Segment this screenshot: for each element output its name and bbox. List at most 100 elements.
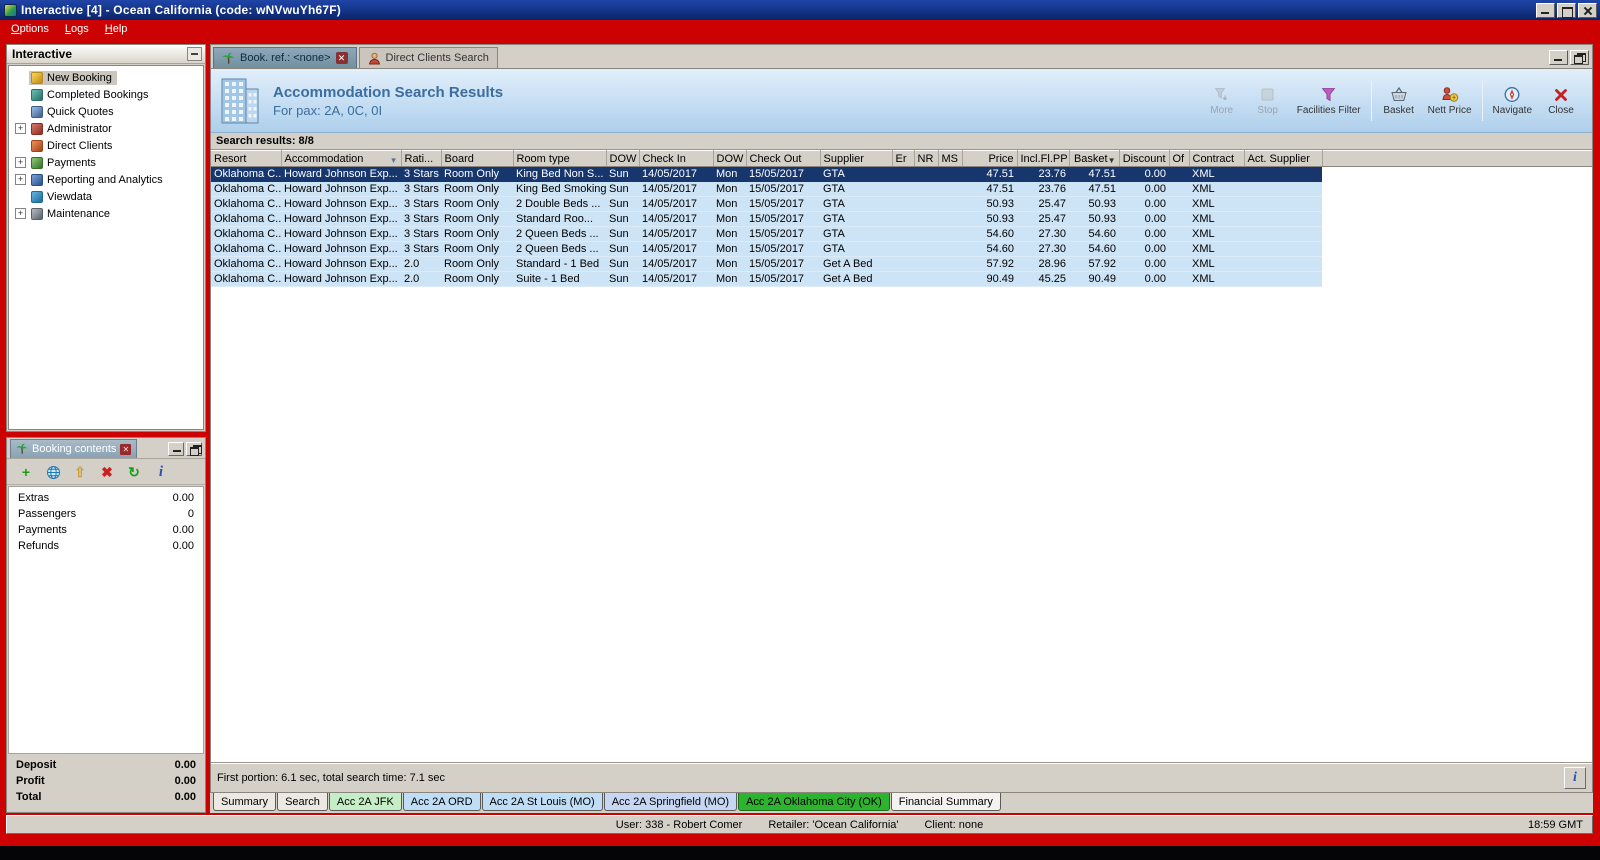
column-header-rati[interactable]: Rati... bbox=[401, 150, 442, 167]
column-header-act-supplier[interactable]: Act. Supplier bbox=[1244, 150, 1323, 167]
column-header-er[interactable]: Er bbox=[892, 150, 915, 167]
sidebar-item-payments[interactable]: + Payments bbox=[9, 154, 203, 171]
booking-item-extras[interactable]: Extras 0.00 bbox=[9, 492, 203, 508]
column-header-of[interactable]: Of bbox=[1169, 150, 1190, 167]
bottom-tab-summary[interactable]: Summary bbox=[213, 793, 277, 811]
result-row[interactable]: Oklahoma C... Howard Johnson Exp... 3 Star… bbox=[211, 241, 1592, 257]
tab-book-ref-none[interactable]: Book. ref.: <none> ✕ bbox=[213, 47, 357, 68]
result-row[interactable]: Oklahoma C... Howard Johnson Exp... 3 Star… bbox=[211, 211, 1592, 227]
cell-dow: Mon bbox=[713, 181, 746, 197]
cell-nr bbox=[914, 211, 938, 227]
cell-rati: 3 Stars bbox=[401, 181, 441, 197]
column-header-check-out[interactable]: Check Out bbox=[746, 150, 821, 167]
sidebar-item-quick-quotes[interactable]: Quick Quotes bbox=[9, 103, 203, 120]
booking-item-passengers[interactable]: Passengers 0 bbox=[9, 508, 203, 524]
view-restore-button[interactable] bbox=[1570, 50, 1589, 65]
column-header-contract[interactable]: Contract bbox=[1189, 150, 1245, 167]
panel-minimize-button[interactable] bbox=[168, 442, 184, 456]
column-header-dow[interactable]: DOW bbox=[606, 150, 640, 167]
payments-icon bbox=[31, 156, 43, 169]
result-row[interactable]: Oklahoma C... Howard Johnson Exp... 3 Star… bbox=[211, 196, 1592, 212]
expand-icon[interactable]: + bbox=[15, 174, 26, 185]
sidebar-item-viewdata[interactable]: Viewdata bbox=[9, 188, 203, 205]
bottom-tab-acc-2a-st-louis-mo[interactable]: Acc 2A St Louis (MO) bbox=[481, 793, 603, 811]
cell-room-type: 2 Queen Beds ... bbox=[513, 241, 606, 257]
sidebar-item-completed-bookings[interactable]: Completed Bookings bbox=[9, 86, 203, 103]
menu-item-help[interactable]: Help bbox=[97, 21, 136, 38]
cell-basket: 47.51 bbox=[1069, 166, 1119, 182]
nett-price-button[interactable]: Nett Price bbox=[1422, 82, 1478, 120]
results-summary: Search results: 8/8 bbox=[216, 135, 314, 147]
globe-icon[interactable] bbox=[44, 463, 62, 480]
result-row[interactable]: Oklahoma C... Howard Johnson Exp... 2.0 Roo… bbox=[211, 256, 1592, 272]
result-row[interactable]: Oklahoma C... Howard Johnson Exp... 2.0 Roo… bbox=[211, 271, 1592, 287]
column-header-nr[interactable]: NR bbox=[914, 150, 939, 167]
close-window-button[interactable] bbox=[1578, 2, 1597, 18]
column-header-incl-fl-pp[interactable]: Incl.Fl.PP bbox=[1017, 150, 1070, 167]
facilities-filter-button[interactable]: Facilities Filter bbox=[1291, 82, 1367, 120]
column-header-resort[interactable]: Resort bbox=[211, 150, 282, 167]
booking-item-refunds[interactable]: Refunds 0.00 bbox=[9, 540, 203, 556]
sidebar-item-reporting-and-analytics[interactable]: + Reporting and Analytics bbox=[9, 171, 203, 188]
column-header-discount[interactable]: Discount bbox=[1119, 150, 1170, 167]
export-icon[interactable]: ⇧ bbox=[71, 464, 89, 480]
add-icon[interactable]: + bbox=[17, 464, 35, 480]
close-panel-icon[interactable]: ✕ bbox=[120, 443, 132, 455]
cell-price: 50.93 bbox=[962, 211, 1017, 227]
more-button[interactable]: More bbox=[1199, 82, 1245, 120]
view-minimize-button[interactable] bbox=[1549, 50, 1568, 65]
navigate-button[interactable]: Navigate bbox=[1487, 82, 1538, 120]
cell-dow: Mon bbox=[713, 211, 746, 227]
window-title: Interactive [4] - Ocean California (code… bbox=[21, 3, 341, 17]
expand-icon[interactable]: + bbox=[15, 157, 26, 168]
info-icon[interactable]: i bbox=[152, 464, 170, 480]
cell-filler bbox=[1322, 196, 1592, 212]
column-header-dow[interactable]: DOW bbox=[713, 150, 747, 167]
panel-restore-button[interactable] bbox=[186, 442, 202, 456]
sidebar-item-maintenance[interactable]: + Maintenance bbox=[9, 205, 203, 222]
column-header-ms[interactable]: MS bbox=[938, 150, 963, 167]
booking-item-label: Refunds bbox=[18, 540, 59, 552]
column-header-accommodation[interactable]: ▼ Accommodation bbox=[281, 150, 402, 167]
result-row[interactable]: Oklahoma C... Howard Johnson Exp... 3 Star… bbox=[211, 181, 1592, 197]
column-header-room-type[interactable]: Room type bbox=[513, 150, 607, 167]
expand-icon[interactable]: + bbox=[15, 208, 26, 219]
cell-check-out: 15/05/2017 bbox=[746, 166, 820, 182]
sidebar-item-direct-clients[interactable]: Direct Clients bbox=[9, 137, 203, 154]
stop-button[interactable]: Stop bbox=[1245, 82, 1291, 120]
bottom-tab-acc-2a-ord[interactable]: Acc 2A ORD bbox=[402, 793, 481, 811]
sidebar-item-administrator[interactable]: + Administrator bbox=[9, 120, 203, 137]
menu-item-logs[interactable]: Logs bbox=[57, 21, 97, 38]
tab-close-icon[interactable]: ✕ bbox=[335, 52, 348, 64]
bottom-tab-search[interactable]: Search bbox=[277, 793, 328, 811]
result-row[interactable]: Oklahoma C... Howard Johnson Exp... 3 Star… bbox=[211, 166, 1592, 182]
refresh-icon[interactable]: ↻ bbox=[125, 464, 143, 480]
minimize-button[interactable] bbox=[1536, 2, 1555, 18]
info-button[interactable]: i bbox=[1564, 766, 1586, 789]
column-header-basket[interactable]: ▼ Basket bbox=[1069, 150, 1120, 167]
bottom-tab-acc-2a-jfk[interactable]: Acc 2A JFK bbox=[328, 793, 402, 811]
close-button[interactable]: Close bbox=[1538, 82, 1584, 120]
cell-er bbox=[892, 256, 914, 272]
booking-item-payments[interactable]: Payments 0.00 bbox=[9, 524, 203, 540]
bottom-tab-financial-summary[interactable]: Financial Summary bbox=[890, 793, 1001, 811]
column-header-check-in[interactable]: Check In bbox=[639, 150, 714, 167]
expand-icon[interactable]: + bbox=[15, 123, 26, 134]
navigate-icon bbox=[1503, 86, 1521, 104]
panel-collapse-button[interactable] bbox=[187, 47, 202, 61]
filter-icon[interactable]: ▼ bbox=[390, 156, 398, 165]
column-header-board[interactable]: Board bbox=[441, 150, 514, 167]
menu-item-options[interactable]: Options bbox=[3, 21, 57, 38]
basket-button[interactable]: Basket bbox=[1376, 82, 1422, 120]
result-row[interactable]: Oklahoma C... Howard Johnson Exp... 3 Star… bbox=[211, 226, 1592, 242]
bottom-tab-acc-2a-springfield-mo[interactable]: Acc 2A Springfield (MO) bbox=[603, 793, 738, 811]
sidebar-item-new-booking[interactable]: New Booking bbox=[9, 69, 203, 86]
delete-icon[interactable]: ✖ bbox=[98, 464, 116, 480]
tab-direct-clients-search[interactable]: Direct Clients Search bbox=[358, 47, 498, 68]
booking-contents-tab[interactable]: Booking contents ✕ bbox=[10, 439, 138, 458]
maximize-button[interactable] bbox=[1557, 2, 1576, 18]
bottom-tab-acc-2a-oklahoma-city-ok[interactable]: Acc 2A Oklahoma City (OK) bbox=[738, 793, 890, 811]
column-header-supplier[interactable]: Supplier bbox=[820, 150, 893, 167]
column-header-price[interactable]: Price bbox=[962, 150, 1018, 167]
